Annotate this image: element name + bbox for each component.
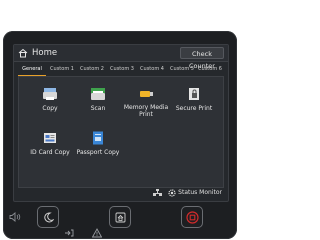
tab-bar: General Custom 1 Custom 2 Custom 3 Custo… bbox=[18, 64, 224, 76]
stop-button[interactable] bbox=[181, 206, 203, 228]
energy-saver-button[interactable] bbox=[37, 206, 59, 228]
tab-general[interactable]: General bbox=[18, 64, 46, 76]
network-icon bbox=[153, 189, 163, 196]
home-button-icon bbox=[115, 212, 126, 223]
home-icon[interactable] bbox=[18, 48, 28, 58]
passport-copy-icon bbox=[93, 131, 103, 145]
passport-copy-button[interactable]: Passport Copy bbox=[75, 127, 121, 165]
usb-memory-icon bbox=[140, 91, 153, 97]
printer-control-panel: Home Check Counter General Custom 1 Cust… bbox=[3, 31, 237, 239]
tab-custom-6[interactable]: Custom 6 bbox=[196, 64, 224, 75]
speaker-volume-icon bbox=[9, 212, 21, 222]
scan-icon bbox=[91, 88, 105, 100]
tab-custom-2[interactable]: Custom 2 bbox=[78, 64, 106, 75]
secure-print-label: Secure Print bbox=[175, 105, 213, 112]
copy-label: Copy bbox=[42, 105, 58, 112]
function-panel: Copy Scan Memory Media Print Secure Prin… bbox=[18, 76, 224, 188]
stop-icon bbox=[186, 211, 199, 224]
passport-copy-label: Passport Copy bbox=[76, 149, 120, 156]
moon-icon bbox=[44, 212, 54, 223]
home-title: Home bbox=[32, 48, 58, 58]
memory-media-print-button[interactable]: Memory Media Print bbox=[123, 83, 169, 121]
tab-custom-3[interactable]: Custom 3 bbox=[108, 64, 136, 75]
secure-print-icon bbox=[189, 88, 199, 100]
top-bar: Home Check Counter bbox=[14, 45, 228, 70]
tab-custom-5[interactable]: Custom 5 bbox=[168, 64, 196, 75]
copy-button[interactable]: Copy bbox=[27, 83, 73, 121]
copy-icon bbox=[43, 88, 57, 100]
home-hardware-button[interactable] bbox=[109, 206, 131, 228]
id-card-copy-label: ID Card Copy bbox=[30, 149, 70, 156]
scan-label: Scan bbox=[90, 105, 106, 112]
tab-custom-1[interactable]: Custom 1 bbox=[48, 64, 76, 75]
secure-print-button[interactable]: Secure Print bbox=[171, 83, 217, 121]
status-monitor-area: Status Monitor bbox=[153, 188, 222, 198]
status-monitor-icon bbox=[168, 188, 176, 197]
id-card-copy-button[interactable]: ID Card Copy bbox=[27, 127, 73, 165]
check-counter-button[interactable]: Check Counter bbox=[180, 47, 224, 70]
data-indicator-icon bbox=[65, 229, 74, 237]
memory-media-print-label: Memory Media Print bbox=[123, 104, 169, 118]
touch-screen: Home Check Counter General Custom 1 Cust… bbox=[13, 44, 229, 202]
error-indicator-icon bbox=[92, 228, 102, 238]
scan-button[interactable]: Scan bbox=[75, 83, 121, 121]
tab-custom-4[interactable]: Custom 4 bbox=[138, 64, 166, 75]
id-card-copy-icon bbox=[44, 133, 56, 143]
status-monitor-button[interactable]: Status Monitor bbox=[178, 189, 222, 196]
